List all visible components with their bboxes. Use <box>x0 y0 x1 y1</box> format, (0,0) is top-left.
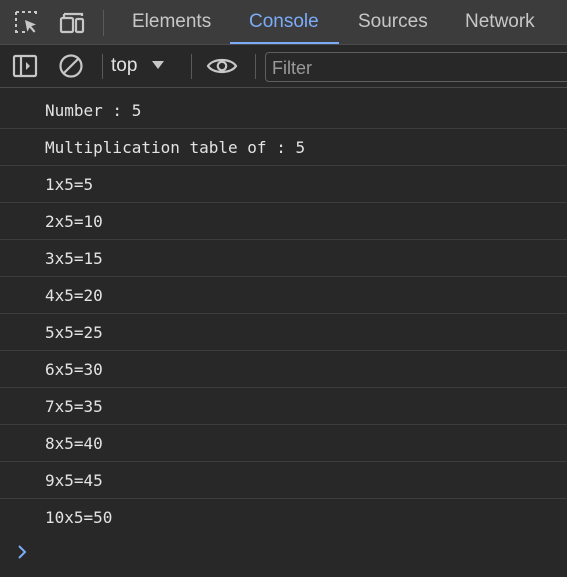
tab-network[interactable]: Network <box>465 0 535 44</box>
console-message: 4x5=20 <box>0 277 567 314</box>
tab-sources[interactable]: Sources <box>358 0 428 44</box>
context-label: top <box>111 55 138 76</box>
tab-elements[interactable]: Elements <box>132 0 211 44</box>
device-toolbar-icon[interactable] <box>57 8 87 36</box>
console-toolbar: top <box>0 45 567 88</box>
inspect-element-icon[interactable] <box>11 8 41 36</box>
console-message: 9x5=45 <box>0 462 567 499</box>
toolbar-separator <box>191 54 192 79</box>
console-message: Number : 5 <box>0 92 567 129</box>
clear-console-icon[interactable] <box>56 52 86 80</box>
console-message: Multiplication table of : 5 <box>0 129 567 166</box>
console-message: 1x5=5 <box>0 166 567 203</box>
filter-input[interactable] <box>265 52 567 82</box>
chevron-right-icon[interactable] <box>16 540 32 564</box>
devtools-window: Elements Console Sources Network top Fil… <box>0 0 567 577</box>
devtools-tabbar: Elements Console Sources Network <box>0 0 567 45</box>
console-message: 8x5=40 <box>0 425 567 462</box>
sidebar-toggle-icon[interactable] <box>10 52 40 80</box>
console-message: 7x5=35 <box>0 388 567 425</box>
console-message: 3x5=15 <box>0 240 567 277</box>
console-message: 5x5=25 <box>0 314 567 351</box>
execution-context-select[interactable]: top <box>111 51 165 81</box>
toolbar-separator <box>102 54 103 79</box>
console-message: 10x5=50 <box>45 508 113 527</box>
tabbar-separator <box>103 10 104 36</box>
toolbar-separator <box>255 54 256 79</box>
console-messages: Number : 5 Multiplication table of : 5 1… <box>0 92 567 536</box>
console-message: 6x5=30 <box>0 351 567 388</box>
dropdown-arrow-icon <box>151 57 165 75</box>
tab-console[interactable]: Console <box>249 0 319 44</box>
eye-icon[interactable] <box>206 52 238 80</box>
console-message: 2x5=10 <box>0 203 567 240</box>
active-tab-indicator <box>230 42 339 44</box>
